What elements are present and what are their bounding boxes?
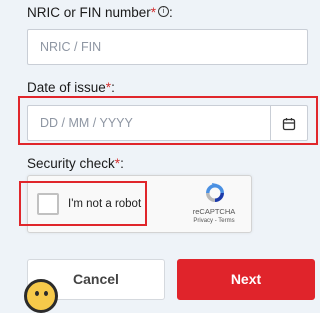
nric-input[interactable]: NRIC / FIN (27, 29, 308, 65)
label-colon: : (120, 156, 124, 171)
date-of-issue-label: Date of issue*: (27, 80, 115, 95)
date-placeholder: DD / MM / YYYY (40, 116, 133, 130)
recaptcha-widget: I'm not a robot reCAPTCHA Privacy - Term… (27, 175, 252, 233)
recaptcha-brand: reCAPTCHA (192, 207, 236, 216)
info-icon[interactable]: i (158, 6, 170, 17)
recaptcha-checkbox[interactable] (37, 193, 59, 215)
date-of-issue-input[interactable]: DD / MM / YYYY (27, 105, 308, 141)
chatbot-avatar-icon[interactable] (24, 279, 58, 313)
nric-label: NRIC or FIN number* i: (27, 5, 173, 20)
security-check-label-text: Security check (27, 156, 115, 171)
next-button[interactable]: Next (177, 259, 315, 300)
security-check-label: Security check*: (27, 156, 124, 171)
recaptcha-checkbox-label: I'm not a robot (68, 198, 142, 210)
date-of-issue-label-text: Date of issue (27, 80, 106, 95)
label-colon: : (169, 5, 173, 20)
recaptcha-privacy-terms-link[interactable]: Privacy - Terms (184, 218, 244, 224)
chatbot-eye-left (35, 291, 39, 296)
calendar-icon[interactable] (281, 116, 297, 132)
recaptcha-logo-icon (206, 183, 224, 202)
calendar-divider (270, 106, 271, 140)
nric-placeholder: NRIC / FIN (40, 40, 102, 54)
required-asterisk: * (150, 5, 157, 20)
chatbot-eye-right (44, 291, 48, 296)
nric-label-text: NRIC or FIN number (27, 5, 151, 20)
label-colon: : (111, 80, 115, 95)
